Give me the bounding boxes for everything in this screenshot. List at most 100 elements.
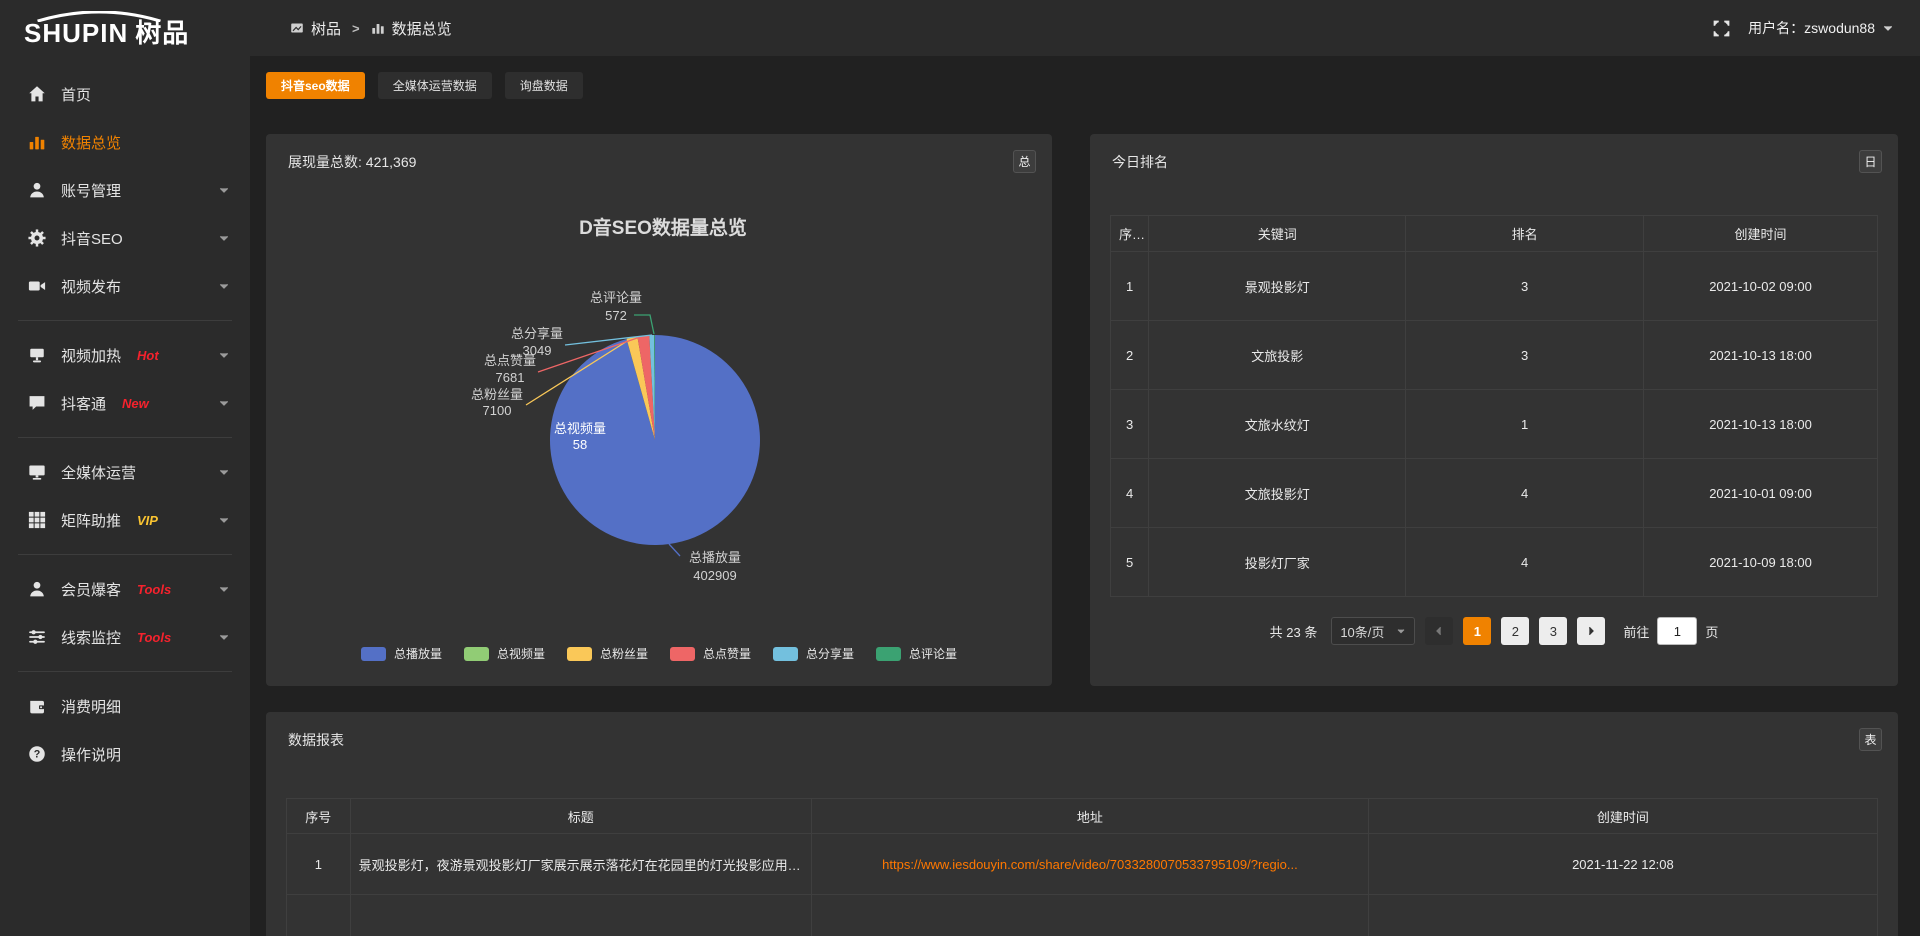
legend-item-总粉丝量[interactable]: 总粉丝量 [567,645,648,662]
tab-1[interactable]: 全媒体运营数据 [378,72,492,99]
legend-chip [670,647,695,661]
ranking-col-header: 关键词 [1149,216,1406,252]
report-cell-time [1368,895,1877,936]
chevron-down-icon [218,583,230,595]
sidebar-divider [18,437,232,438]
today-ranking-panel: 今日排名 日 序号关键词排名创建时间 1景观投影灯32021-10-02 09:… [1090,134,1898,686]
page-size-select[interactable]: 10条/页 [1331,617,1415,645]
prev-page-button[interactable] [1425,617,1453,645]
user-icon [28,181,46,199]
sidebar-item-member-baoke[interactable]: 会员爆客Tools [0,565,250,613]
legend-item-总视频量[interactable]: 总视频量 [464,645,545,662]
sidebar-item-operation-guide[interactable]: ?操作说明 [0,730,250,778]
sidebar-item-label: 抖音SEO [61,228,123,249]
pie-label: 7100 [483,403,512,418]
ranking-cell: 投影灯厂家 [1149,528,1406,597]
chat-bubble-icon [28,394,46,412]
sidebar-item-video-heating[interactable]: 视频加热Hot [0,331,250,379]
report-cell-url [812,895,1369,936]
sidebar-item-douyin-seo[interactable]: 抖音SEO [0,214,250,262]
sidebar-item-badge: Tools [137,582,171,597]
page-button-3[interactable]: 3 [1539,617,1567,645]
pie-label: 总播放量 [689,550,741,565]
tab-2[interactable]: 询盘数据 [505,72,583,99]
total-view-badge[interactable]: 总 [1013,150,1036,173]
report-cell-title: 景观投影灯，夜游景观投影灯厂家展示展示落花灯在花园里的灯光投影应用效果 # [350,834,811,895]
pagination: 共 23 条10条/页123前往页 [1090,617,1898,645]
sidebar-item-consumption-detail[interactable]: 消费明细 [0,682,250,730]
legend-item-总分享量[interactable]: 总分享量 [773,645,854,662]
legend-item-总播放量[interactable]: 总播放量 [361,645,442,662]
table-row: 3文旅水纹灯12021-10-13 18:00 [1111,390,1878,459]
sidebar-item-label: 全媒体运营 [61,462,136,483]
sidebar-item-douketong[interactable]: 抖客通New [0,379,250,427]
sidebar-item-data-overview[interactable]: 数据总览 [0,118,250,166]
sidebar-item-label: 线索监控 [61,627,121,648]
user-menu[interactable]: 用户名：zswodun88 [1748,18,1894,38]
goto-page-input[interactable] [1657,617,1697,645]
next-page-button[interactable] [1577,617,1605,645]
chart-legend: 总播放量 总视频量 总粉丝量 总点赞量 总分享量 总评论量 [266,645,1052,662]
sliders-icon [28,628,46,646]
ranking-cell: 文旅投影 [1149,321,1406,390]
goto-prefix: 前往 [1623,622,1649,641]
chevron-down-icon [218,466,230,478]
breadcrumb-separator: > [352,21,360,36]
sidebar-item-badge: Tools [137,630,171,645]
pie-label: 7681 [496,370,525,385]
sidebar-item-label: 矩阵助推 [61,510,121,531]
table-row: 2文旅投影32021-10-13 18:00 [1111,321,1878,390]
table-row: 1景观投影灯，夜游景观投影灯厂家展示展示落花灯在花园里的灯光投影应用效果 #ht… [287,834,1878,895]
ranking-cell: 2 [1111,321,1149,390]
table-view-badge[interactable]: 表 [1859,728,1882,751]
impressions-value: 421,369 [366,154,417,170]
panel-icon [290,21,304,35]
svg-text:?: ? [34,749,41,761]
sidebar-item-badge: New [122,396,149,411]
tab-0[interactable]: 抖音seo数据 [266,72,365,99]
report-cell-title [350,895,811,936]
video-link[interactable]: https://www.iesdouyin.com/share/video/70… [882,857,1298,872]
page-button-1[interactable]: 1 [1463,617,1491,645]
pie-label: 3049 [523,343,552,358]
label-line-总评论量 [634,315,654,334]
sidebar-item-label: 视频加热 [61,345,121,366]
legend-label: 总粉丝量 [600,645,648,662]
gear-icon [28,229,46,247]
ranking-cell: 文旅投影灯 [1149,459,1406,528]
sidebar-divider [18,554,232,555]
topbar: SHUPIN树品 树品>数据总览 用户名：zswodun88 [0,0,1920,56]
label-line-总播放量 [669,544,680,556]
sidebar-item-label: 视频发布 [61,276,121,297]
ranking-cell: 1 [1406,390,1644,459]
page-button-2[interactable]: 2 [1501,617,1529,645]
sidebar-item-matrix-boost[interactable]: 矩阵助推 VIP [0,496,250,544]
sidebar-item-home[interactable]: 首页 [0,70,250,118]
sidebar-item-account-management[interactable]: 账号管理 [0,166,250,214]
daily-view-badge[interactable]: 日 [1859,150,1882,173]
legend-chip [567,647,592,661]
ranking-cell: 2021-10-09 18:00 [1644,528,1878,597]
overview-panel-header: 展现量总数: 421,369 [266,134,1052,190]
ranking-cell: 2021-10-13 18:00 [1644,321,1878,390]
report-cell-time: 2021-11-22 12:08 [1368,834,1877,895]
sidebar-item-badge: VIP [137,513,158,528]
sidebar-item-media-operation[interactable]: 全媒体运营 [0,448,250,496]
ranking-table: 序号关键词排名创建时间 1景观投影灯32021-10-02 09:002文旅投影… [1110,215,1878,597]
sidebar-item-video-publish[interactable]: 视频发布 [0,262,250,310]
sidebar-item-clue-monitor[interactable]: 线索监控 Tools [0,613,250,661]
fullscreen-icon[interactable] [1713,20,1730,37]
video-camera-icon [28,277,46,295]
ranking-cell: 3 [1406,252,1644,321]
report-cell-url: https://www.iesdouyin.com/share/video/70… [812,834,1369,895]
chevron-left-icon [1433,625,1445,637]
legend-item-总评论量[interactable]: 总评论量 [876,645,957,662]
breadcrumb-item[interactable]: 树品 [290,18,341,39]
seo-overview-panel: 展现量总数: 421,369 总 D音SEO数据量总览总播放量402909总视频… [266,134,1052,686]
chevron-down-icon [218,631,230,643]
ranking-cell: 2021-10-13 18:00 [1644,390,1878,459]
table-row: 5投影灯厂家42021-10-09 18:00 [1111,528,1878,597]
legend-item-总点赞量[interactable]: 总点赞量 [670,645,751,662]
breadcrumb-item[interactable]: 数据总览 [371,18,452,39]
report-cell-no [287,895,351,936]
